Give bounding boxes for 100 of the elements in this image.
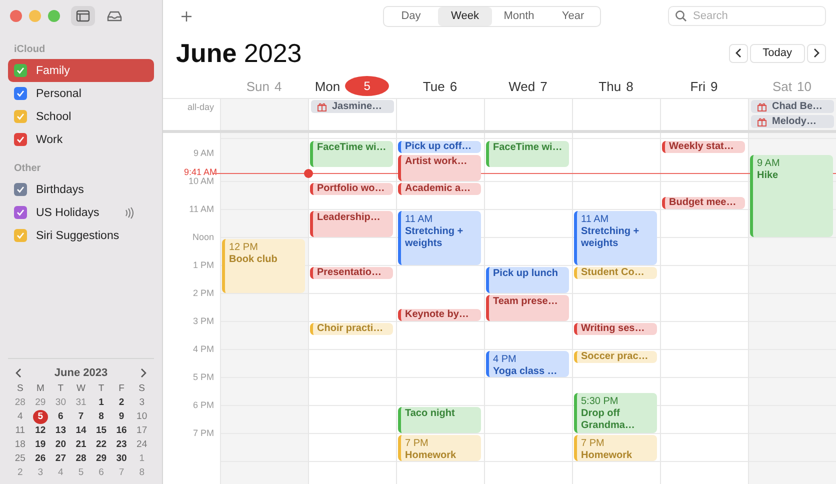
date-cell[interactable]: 31: [73, 396, 88, 410]
date-cell[interactable]: 26: [32, 452, 48, 466]
calendar-item[interactable]: Birthdays: [8, 178, 154, 201]
event-block[interactable]: FaceTime wi…: [486, 141, 569, 167]
date-cell[interactable]: 20: [53, 438, 68, 452]
event-block[interactable]: Writing ses…: [574, 323, 657, 335]
calendar-item[interactable]: Personal: [8, 82, 154, 105]
event-block[interactable]: Presentatio…: [310, 267, 393, 279]
date-cell[interactable]: 1: [94, 396, 109, 410]
view-tab[interactable]: Day: [384, 6, 438, 26]
event-block[interactable]: Budget mee…: [662, 197, 745, 209]
date-cell[interactable]: 3: [134, 396, 150, 410]
date-cell[interactable]: 29: [32, 396, 48, 410]
date-cell[interactable]: 7: [114, 466, 130, 480]
date-cell[interactable]: 8: [94, 410, 109, 424]
date-cell[interactable]: 1: [134, 452, 150, 466]
all-day-event[interactable]: Jasmine…: [311, 100, 394, 113]
date-cell[interactable]: 2: [12, 466, 28, 480]
event-block[interactable]: Portfolio wo…: [310, 183, 393, 195]
event-block[interactable]: Choir practi…: [310, 323, 393, 335]
event-block[interactable]: Team prese…: [486, 295, 569, 321]
next-month-icon[interactable]: [140, 368, 147, 378]
checkbox[interactable]: [14, 110, 27, 123]
date-cell[interactable]: 25: [12, 452, 28, 466]
add-icon[interactable]: [181, 10, 192, 22]
event-block[interactable]: Academic a…: [398, 183, 481, 195]
calendar-list-button[interactable]: [71, 6, 95, 26]
date-cell[interactable]: 16: [114, 424, 130, 438]
event-block[interactable]: Keynote by…: [398, 309, 481, 321]
view-tab[interactable]: Week: [438, 6, 492, 26]
date-cell[interactable]: 13: [53, 424, 68, 438]
event-block[interactable]: FaceTime wi…: [310, 141, 393, 167]
date-cell[interactable]: 7: [73, 410, 88, 424]
previous-week-button[interactable]: [728, 44, 748, 62]
calendar-item[interactable]: Family: [8, 59, 154, 82]
date-cell[interactable]: 4: [12, 410, 28, 424]
date-cell[interactable]: 4: [53, 466, 68, 480]
today-button[interactable]: Today: [750, 44, 805, 62]
event-block[interactable]: Pick up coff…: [398, 141, 481, 153]
all-day-event[interactable]: Melody…: [751, 115, 834, 128]
event-block[interactable]: 7 PM Homework: [574, 435, 657, 461]
view-tab[interactable]: Month: [492, 6, 546, 26]
event-block[interactable]: Soccer prac…: [574, 351, 657, 363]
checkbox[interactable]: [14, 87, 27, 100]
event-block[interactable]: Leadership…: [310, 211, 393, 237]
checkbox[interactable]: [14, 133, 27, 146]
event-block[interactable]: Artist work…: [398, 155, 481, 181]
event-block[interactable]: 9 AM Hike: [750, 155, 833, 237]
calendar-item[interactable]: US Holidays: [8, 201, 154, 224]
date-cell[interactable]: 18: [12, 438, 28, 452]
calendar-item[interactable]: Siri Suggestions: [8, 224, 154, 247]
date-cell[interactable]: 10: [134, 410, 150, 424]
checkbox[interactable]: [14, 206, 27, 219]
date-cell[interactable]: 8: [134, 466, 150, 480]
date-cell[interactable]: 5: [73, 466, 88, 480]
date-cell[interactable]: 9: [114, 410, 130, 424]
search-field[interactable]: Search: [668, 6, 826, 26]
event-block[interactable]: 12 PM Book club: [222, 239, 305, 293]
date-cell[interactable]: 6: [94, 466, 109, 480]
date-cell[interactable]: 12: [32, 424, 48, 438]
all-day-event[interactable]: Chad Be…: [751, 100, 834, 113]
next-week-button[interactable]: [807, 44, 826, 62]
event-block[interactable]: 4 PM Yoga class …: [486, 351, 569, 377]
event-block[interactable]: 5:30 PM Drop off Grandma…: [574, 393, 657, 433]
date-cell[interactable]: 14: [73, 424, 88, 438]
event-block[interactable]: Pick up lunch: [486, 267, 569, 293]
date-cell[interactable]: 5: [32, 410, 48, 424]
event-block[interactable]: 11 AM Stretching + weights: [398, 211, 481, 265]
calendar-item[interactable]: Work: [8, 128, 154, 151]
event-block[interactable]: 7 PM Homework: [398, 435, 481, 461]
date-cell[interactable]: 21: [73, 438, 88, 452]
date-cell[interactable]: 30: [53, 396, 68, 410]
date-cell[interactable]: 27: [53, 452, 68, 466]
date-cell[interactable]: 19: [32, 438, 48, 452]
date-cell[interactable]: 17: [134, 424, 150, 438]
date-cell[interactable]: 23: [114, 438, 130, 452]
checkbox[interactable]: [14, 229, 27, 242]
checkbox[interactable]: [14, 183, 27, 196]
event-title: Choir practi…: [317, 323, 384, 335]
date-cell[interactable]: 3: [32, 466, 48, 480]
date-cell[interactable]: 28: [12, 396, 28, 410]
calendar-item[interactable]: School: [8, 105, 154, 128]
date-cell[interactable]: 24: [134, 438, 150, 452]
date-cell[interactable]: 29: [94, 452, 109, 466]
checkbox[interactable]: [14, 64, 27, 77]
date-cell[interactable]: 28: [73, 452, 88, 466]
date-cell[interactable]: 22: [94, 438, 109, 452]
previous-month-icon[interactable]: [15, 368, 22, 378]
event-block[interactable]: 11 AM Stretching + weights: [574, 211, 657, 265]
date-cell[interactable]: 6: [53, 410, 68, 424]
event-time: 7 PM: [405, 438, 430, 450]
date-cell[interactable]: 15: [94, 424, 109, 438]
close-button[interactable]: [10, 10, 22, 22]
view-tab[interactable]: Year: [546, 6, 600, 26]
date-cell[interactable]: 30: [114, 452, 130, 466]
event-block[interactable]: Weekly stat…: [662, 141, 745, 153]
event-block[interactable]: Student Co…: [574, 267, 657, 279]
event-block[interactable]: Taco night: [398, 407, 481, 433]
date-cell[interactable]: 11: [12, 424, 28, 438]
date-cell[interactable]: 2: [114, 396, 130, 410]
